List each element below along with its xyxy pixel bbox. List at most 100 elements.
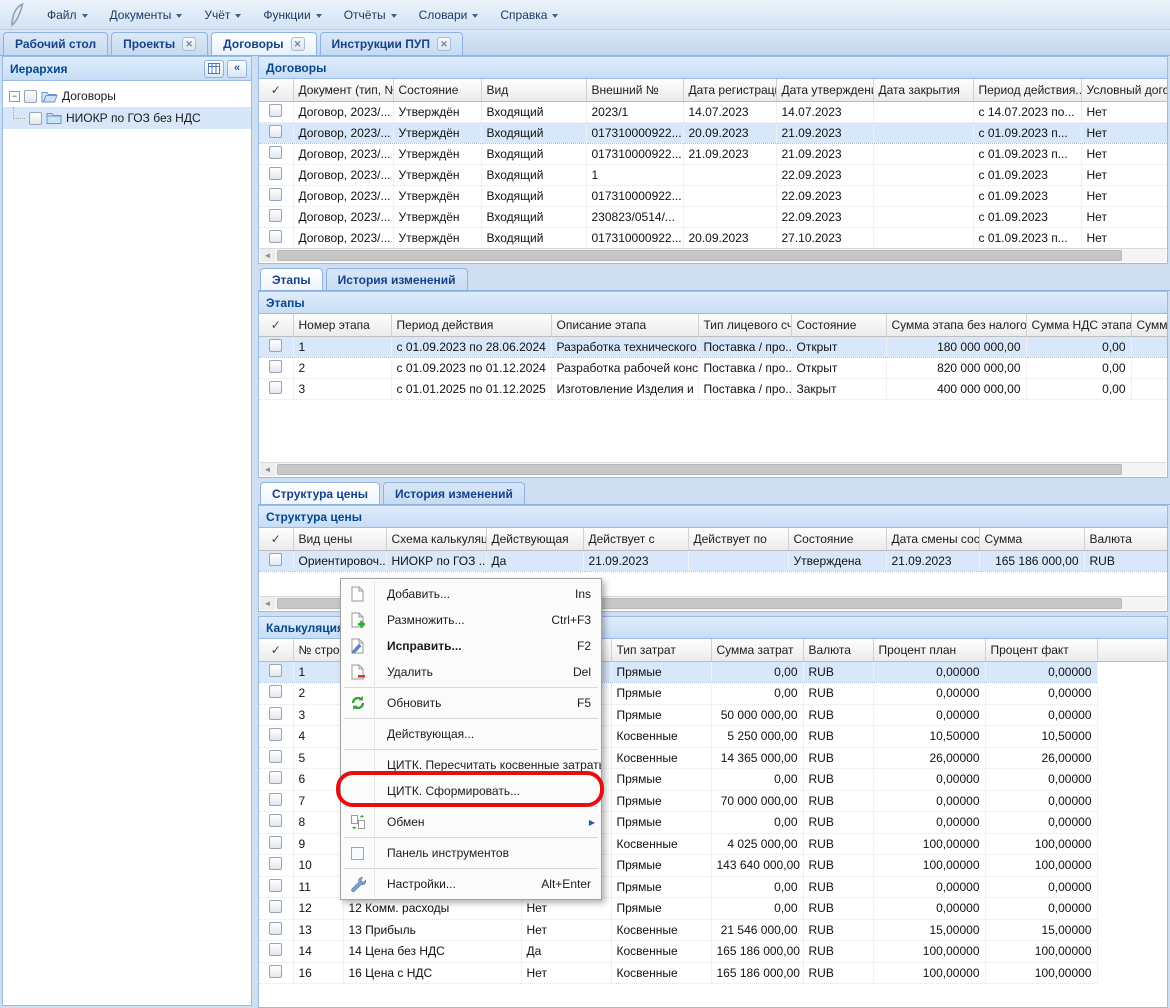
- column-header[interactable]: Период действия..: [973, 79, 1081, 101]
- cell[interactable]: Нет: [1081, 206, 1168, 227]
- column-header[interactable]: Номер этапа: [293, 314, 391, 336]
- cell[interactable]: Нет: [1081, 227, 1168, 248]
- cell[interactable]: 0,00: [711, 683, 803, 705]
- cell[interactable]: RUB: [803, 898, 873, 920]
- cell[interactable]: 5 250 000,00: [711, 726, 803, 748]
- tree-node-checkbox[interactable]: [29, 112, 42, 125]
- cell[interactable]: 16 Цена с НДС: [343, 962, 521, 984]
- cell[interactable]: 165 186 000,00: [711, 962, 803, 984]
- row-checkbox[interactable]: [269, 339, 282, 352]
- cell[interactable]: 8: [293, 812, 343, 834]
- menu-functions[interactable]: Функции: [252, 3, 332, 27]
- cell[interactable]: Прямые: [611, 790, 711, 812]
- cell[interactable]: Прямые: [611, 704, 711, 726]
- cell[interactable]: 20.09.2023: [683, 122, 776, 143]
- cell[interactable]: RUB: [803, 962, 873, 984]
- cell[interactable]: НИОКР по ГОЗ ...: [386, 550, 486, 571]
- cell[interactable]: с 01.09.2023: [973, 185, 1081, 206]
- cell[interactable]: с 01.09.2023 по 01.12.2024: [391, 357, 551, 378]
- menu-file[interactable]: Файл: [36, 3, 99, 27]
- cell[interactable]: Утверждена: [788, 550, 886, 571]
- cell[interactable]: 26,00000: [873, 747, 985, 769]
- cell[interactable]: 100,00000: [985, 962, 1097, 984]
- row-checkbox[interactable]: [269, 965, 282, 978]
- cell[interactable]: с 01.09.2023 п...: [973, 227, 1081, 248]
- cell[interactable]: Поставка / про...: [698, 357, 791, 378]
- cell[interactable]: 10,50000: [873, 726, 985, 748]
- cell[interactable]: RUB: [803, 661, 873, 683]
- menu-item[interactable]: Панель инструментов: [341, 840, 601, 866]
- cell[interactable]: RUB: [803, 941, 873, 963]
- column-header[interactable]: Процент факт: [985, 639, 1097, 661]
- table-row[interactable]: 1с 01.09.2023 по 28.06.2024Разработка те…: [259, 336, 1168, 357]
- cell[interactable]: Прямые: [611, 683, 711, 705]
- cell[interactable]: Прямые: [611, 661, 711, 683]
- cell[interactable]: 10,50000: [985, 726, 1097, 748]
- cell[interactable]: Нет: [521, 962, 611, 984]
- cell[interactable]: 7: [293, 790, 343, 812]
- scroll-left-icon[interactable]: ◄: [260, 597, 275, 610]
- cell[interactable]: Косвенные: [611, 747, 711, 769]
- cell[interactable]: Договор, 2023/...: [293, 227, 393, 248]
- cell[interactable]: Утверждён: [393, 164, 481, 185]
- table-row[interactable]: 1313 ПрибыльНетКосвенные21 546 000,00RUB…: [259, 919, 1168, 941]
- cell[interactable]: 9: [293, 833, 343, 855]
- cell[interactable]: 12: [293, 898, 343, 920]
- menu-item[interactable]: ОбновитьF5: [341, 690, 601, 716]
- table-row[interactable]: Договор, 2023/...УтверждёнВходящий230823…: [259, 206, 1168, 227]
- row-checkbox[interactable]: [269, 857, 282, 870]
- row-checkbox[interactable]: [269, 879, 282, 892]
- cell[interactable]: Утверждён: [393, 206, 481, 227]
- cell[interactable]: 0,00000: [985, 769, 1097, 791]
- cell[interactable]: с 01.09.2023: [973, 206, 1081, 227]
- row-checkbox[interactable]: [269, 146, 282, 159]
- column-header[interactable]: Условный догово: [1081, 79, 1168, 101]
- row-checkbox[interactable]: [269, 125, 282, 138]
- cell[interactable]: 12 Комм. расходы: [343, 898, 521, 920]
- cell[interactable]: 0,00000: [873, 683, 985, 705]
- close-icon[interactable]: ✕: [182, 37, 196, 51]
- tree-node-niokr[interactable]: НИОКР по ГОЗ без НДС: [3, 107, 251, 129]
- column-header[interactable]: Действующая: [486, 528, 583, 550]
- cell[interactable]: 22.09.2023: [776, 185, 873, 206]
- cell[interactable]: [873, 143, 973, 164]
- cell[interactable]: 0,00000: [873, 898, 985, 920]
- cell[interactable]: Косвенные: [611, 726, 711, 748]
- cell[interactable]: 180 000 000,00: [886, 336, 1026, 357]
- menu-item[interactable]: Настройки...Alt+Enter: [341, 871, 601, 897]
- cell[interactable]: 10: [293, 855, 343, 877]
- select-all-header[interactable]: ✓: [259, 639, 293, 661]
- menu-item[interactable]: Добавить...Ins: [341, 581, 601, 607]
- cell[interactable]: Входящий: [481, 122, 586, 143]
- cell[interactable]: RUB: [803, 876, 873, 898]
- cell[interactable]: Ориентировоч...: [293, 550, 386, 571]
- table-row[interactable]: 2с 01.09.2023 по 01.12.2024Разработка ра…: [259, 357, 1168, 378]
- row-checkbox[interactable]: [269, 664, 282, 677]
- column-header[interactable]: Действует по: [688, 528, 788, 550]
- tree-node-checkbox[interactable]: [24, 90, 37, 103]
- cell[interactable]: с 01.09.2023 по 28.06.2024: [391, 336, 551, 357]
- row-checkbox[interactable]: [269, 360, 282, 373]
- cell[interactable]: [1131, 357, 1168, 378]
- cell[interactable]: Входящий: [481, 185, 586, 206]
- cell[interactable]: RUB: [803, 919, 873, 941]
- menu-item[interactable]: УдалитьDel: [341, 659, 601, 685]
- cell[interactable]: 0,00000: [873, 661, 985, 683]
- cell[interactable]: 14.07.2023: [683, 101, 776, 122]
- column-header[interactable]: Дата регистрации.: [683, 79, 776, 101]
- cell[interactable]: [688, 550, 788, 571]
- columns-button[interactable]: [204, 60, 224, 78]
- cell[interactable]: Косвенные: [611, 941, 711, 963]
- cell[interactable]: 0,00: [1026, 336, 1131, 357]
- column-header[interactable]: Описание этапа: [551, 314, 698, 336]
- cell[interactable]: 21.09.2023: [776, 122, 873, 143]
- cell[interactable]: Косвенные: [611, 962, 711, 984]
- cell[interactable]: Изготовление Изделия и ...: [551, 378, 698, 399]
- tab-projects[interactable]: Проекты✕: [111, 32, 208, 55]
- cell[interactable]: Нет: [521, 919, 611, 941]
- cell[interactable]: 21.09.2023: [683, 143, 776, 164]
- row-checkbox[interactable]: [269, 230, 282, 243]
- column-header[interactable]: Сумма: [979, 528, 1084, 550]
- menu-item[interactable]: Исправить...F2: [341, 633, 601, 659]
- cell[interactable]: с 01.09.2023 п...: [973, 122, 1081, 143]
